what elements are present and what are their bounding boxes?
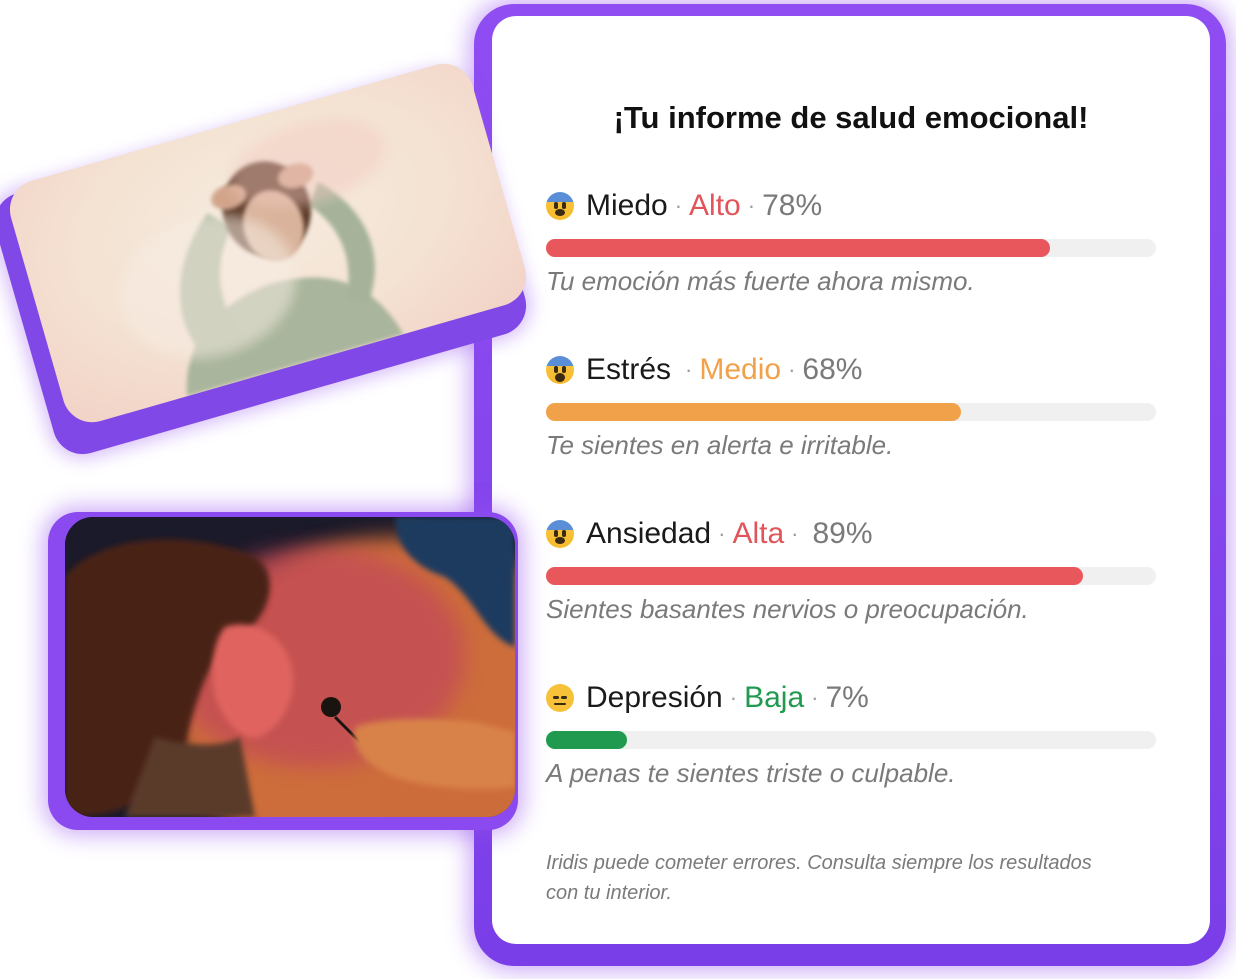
separator-dot: ·: [747, 193, 756, 218]
fearful-face-icon: [546, 192, 574, 220]
progress-bar: [546, 731, 1156, 749]
metric-name: Depresión: [586, 681, 723, 714]
photo-card-stress: [0, 56, 534, 462]
metric-estres: Estrés · Medio · 68% Te sientes en alert…: [546, 350, 1156, 460]
metric-description: Sientes basantes nervios o preocupación.: [546, 594, 1029, 624]
metric-percent: 68%: [802, 353, 863, 386]
metric-percent: 7%: [825, 681, 869, 714]
separator-dot: ·: [791, 521, 799, 546]
metric-name: Estrés: [586, 353, 672, 386]
metric-percent: 78%: [762, 189, 823, 222]
photo-illustration: [65, 517, 515, 817]
metric-name: Miedo: [586, 189, 668, 222]
disclaimer-text: Iridis puede cometer errores. Consulta s…: [546, 852, 1092, 904]
metric-level: Alto: [689, 189, 741, 222]
pensive-face-icon: [546, 684, 574, 712]
metric-description: A penas te sientes triste o culpable.: [546, 758, 956, 788]
metric-description: Tu emoción más fuerte ahora mismo.: [546, 266, 975, 296]
progress-bar: [546, 239, 1156, 257]
progress-bar: [546, 403, 1156, 421]
metric-percent: 89%: [812, 517, 873, 550]
anxious-sweat-face-icon: [546, 520, 574, 548]
report-title: ¡Tu informe de salud emocional!: [613, 100, 1089, 135]
metric-depresion: Depresión · Baja · 7% A penas te sientes…: [546, 678, 1156, 788]
separator-dot: ·: [729, 685, 738, 710]
progress-bar-fill: [546, 731, 628, 749]
separator-dot: ·: [674, 193, 683, 218]
metric-level: Alta: [732, 517, 785, 550]
metric-description: Te sientes en alerta e irritable.: [546, 430, 894, 460]
separator-dot: ·: [811, 685, 819, 710]
photo-person-microphone: [65, 517, 515, 817]
screaming-face-icon: [546, 356, 574, 384]
progress-bar-fill: [546, 239, 1051, 257]
emotional-report-card: ¡Tu informe de salud emocional! Miedo · …: [492, 16, 1210, 944]
metric-level: Medio: [699, 353, 782, 386]
metric-name: Ansiedad: [586, 517, 712, 550]
progress-bar-fill: [546, 567, 1084, 585]
metric-ansiedad: Ansiedad · Alta · 89% Sientes basantes n…: [546, 514, 1156, 624]
metric-level: Baja: [744, 681, 805, 714]
separator-dot: ·: [718, 521, 726, 546]
metric-miedo: Miedo · Alto · 78% Tu emoción más fuerte…: [546, 186, 1156, 296]
separator-dot: ·: [685, 357, 693, 382]
progress-bar: [546, 567, 1156, 585]
progress-bar-fill: [546, 403, 961, 421]
separator-dot: ·: [788, 357, 796, 382]
